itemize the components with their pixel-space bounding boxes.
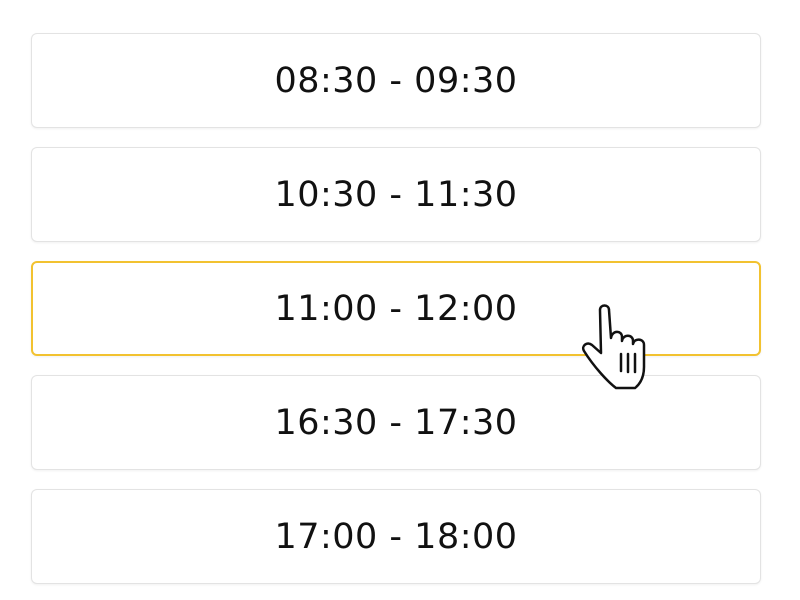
time-slot-label: 17:00 - 18:00: [274, 516, 518, 557]
time-slot-1100-1200[interactable]: 11:00 - 12:00: [31, 261, 761, 356]
time-slot-label: 10:30 - 11:30: [274, 174, 518, 215]
time-slot-0830-0930[interactable]: 08:30 - 09:30: [31, 33, 761, 128]
time-slot-label: 08:30 - 09:30: [274, 60, 518, 101]
time-slot-label: 11:00 - 12:00: [274, 288, 518, 329]
time-slot-1630-1730[interactable]: 16:30 - 17:30: [31, 375, 761, 470]
time-slot-1700-1800[interactable]: 17:00 - 18:00: [31, 489, 761, 584]
time-slot-list: 08:30 - 09:30 10:30 - 11:30 11:00 - 12:0…: [0, 0, 800, 600]
time-slot-label: 16:30 - 17:30: [274, 402, 518, 443]
time-slot-1030-1130[interactable]: 10:30 - 11:30: [31, 147, 761, 242]
